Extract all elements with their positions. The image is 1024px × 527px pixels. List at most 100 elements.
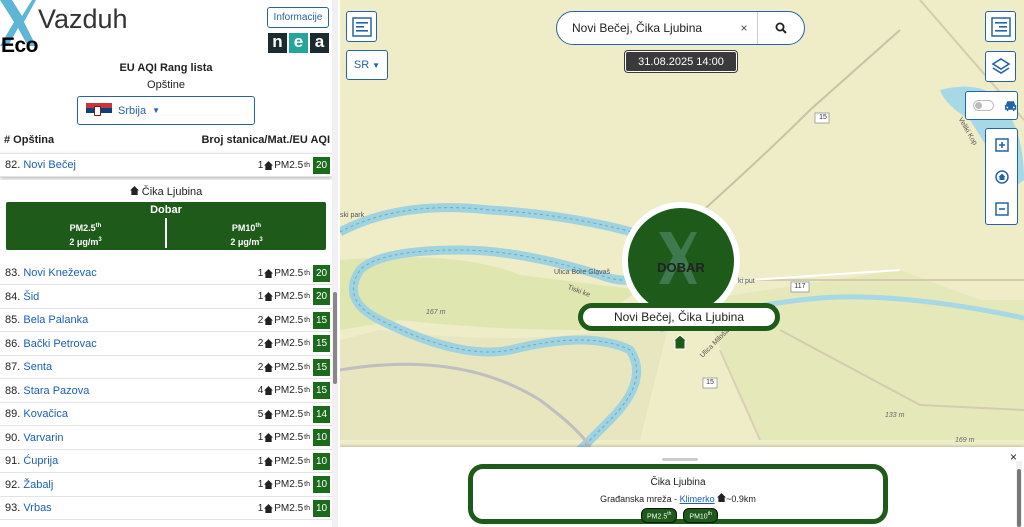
house-pin-icon[interactable]	[673, 335, 687, 351]
zoom-in-button[interactable]	[986, 129, 1017, 160]
pm25-badge-sup: th	[667, 511, 672, 517]
municipality-link[interactable]: Senta	[23, 361, 52, 373]
datetime-badge[interactable]: 31.08.2025 14:00	[625, 51, 737, 72]
traffic-toggle[interactable]	[965, 91, 1018, 120]
ranking-row-selected[interactable]: 82. Novi Bečej 1 PM2.5 th 20	[0, 153, 332, 177]
pollutant: PM2.5	[274, 291, 304, 302]
station-count: 2	[257, 314, 264, 326]
pollutant-badges: PM2.5th PM10th	[641, 508, 718, 524]
aqi-badge: 20	[313, 156, 330, 174]
scrollbar-thumb[interactable]	[1017, 469, 1021, 527]
ranking-row[interactable]: 89. Kovačica 5 PM2.5 th 14	[0, 403, 332, 426]
rank-number: 87.	[5, 361, 21, 373]
aqi-badge: 15	[313, 311, 330, 329]
layers-icon	[990, 57, 1011, 74]
pollutant: PM2.5	[274, 267, 304, 279]
car-icon	[1004, 100, 1017, 111]
map[interactable]: ski park Ulica Bore Glavaš ki put Tiski …	[340, 0, 1024, 527]
ranking-row[interactable]: 88. Stara Pazova 4 PM2.5 th 15	[0, 380, 332, 403]
house-icon	[264, 456, 274, 466]
toggle-switch[interactable]	[973, 100, 994, 111]
distance: ~0.9km	[726, 494, 756, 504]
ranking-row[interactable]: 83. Novi Kneževac 1 PM2.5 th 20	[0, 262, 332, 285]
station-card[interactable]: Čika Ljubina Građanska mreža - Klimerko …	[468, 464, 888, 524]
municipality-link[interactable]: Novi Bečej	[23, 159, 76, 171]
pollutant: PM2.5	[274, 408, 304, 420]
aqi-badge: 20	[313, 288, 330, 305]
home-button[interactable]	[986, 161, 1017, 192]
ranking-row[interactable]: 90. Varvarin 1 PM2.5 th 10	[0, 427, 332, 450]
municipality-link[interactable]: Stara Pazova	[23, 385, 89, 397]
rank-number: 84.	[5, 290, 21, 303]
zoom-in-icon	[994, 137, 1009, 152]
aqi-badge: 15	[313, 358, 330, 376]
municipality-link[interactable]: Ćuprija	[23, 455, 58, 467]
app-title: Vazduh	[38, 4, 128, 34]
country-label: Srbija	[118, 104, 147, 117]
rank-number: 83.	[5, 267, 21, 279]
station-count: 1	[257, 455, 264, 467]
pm10-badge-label: PM10	[689, 513, 708, 521]
caret-down-icon: ▼	[372, 60, 381, 70]
house-icon	[129, 186, 139, 195]
sidebar-scrollbar[interactable]	[332, 0, 338, 527]
ranking-row[interactable]: 86. Bački Petrovac 2 PM2.5 th 15	[0, 333, 332, 356]
pm10-badge-sup: th	[707, 511, 712, 517]
pollutant-sup: th	[304, 269, 310, 277]
list-button[interactable]	[985, 11, 1016, 42]
ranking-row[interactable]: 85. Bela Palanka 2 PM2.5 th 15	[0, 309, 332, 332]
search-icon	[775, 22, 787, 34]
municipality-link[interactable]: Varvarin	[23, 432, 63, 444]
municipality-link[interactable]: Novi Kneževac	[23, 267, 96, 279]
road-number: 15	[706, 379, 714, 386]
rank-number: 89.	[5, 408, 21, 420]
pm10-badge[interactable]: PM10th	[683, 508, 718, 524]
scrollbar-thumb[interactable]	[333, 292, 337, 384]
pollutant-sup: th	[304, 363, 310, 371]
info-button[interactable]: Informacije	[267, 7, 329, 28]
clear-search-button[interactable]: ×	[731, 21, 757, 35]
provider-link[interactable]: Klimerko	[680, 494, 715, 504]
aqi-badge: 10	[313, 429, 330, 446]
pollutant-sup: th	[304, 161, 310, 169]
municipality-link[interactable]: Vrbas	[23, 502, 51, 514]
aqi-badge: 10	[313, 476, 330, 493]
ranking-row[interactable]: 92. Žabalj 1 PM2.5 th 10	[0, 474, 332, 497]
house-icon	[264, 292, 274, 301]
country-dropdown[interactable]: Srbija ▼	[77, 96, 255, 125]
house-icon	[264, 503, 274, 513]
air-quality-box[interactable]: Dobar PM2.5th 2 μg/m3 PM10th 2 μg/m3	[6, 202, 326, 250]
municipality-link[interactable]: Kovačica	[23, 408, 68, 420]
pollutant-sup: th	[304, 316, 310, 324]
layers-button[interactable]	[985, 51, 1016, 82]
ranking-row[interactable]: 93. Vrbas 1 PM2.5 th 10	[0, 497, 332, 520]
rank-number: 86.	[5, 337, 21, 350]
search-button[interactable]	[758, 22, 804, 34]
nea-logo[interactable]: n e a	[268, 33, 329, 53]
pollutant: PM2.5	[274, 338, 304, 349]
popup-scrollbar[interactable]	[1016, 461, 1022, 527]
list-header: # Opština Broj stanica/Mat./EU AQI	[4, 134, 330, 146]
ranking-row[interactable]: 91. Ćuprija 1 PM2.5 th 10	[0, 450, 332, 473]
card-network: Građanska mreža - Klimerko ~0.9km	[473, 493, 883, 504]
language-dropdown[interactable]: SR ▼	[346, 50, 388, 80]
pollutant-sup: th	[304, 434, 310, 441]
search-bar[interactable]: Novi Bečej, Čika Ljubina ×	[556, 11, 805, 45]
marker-label[interactable]: Novi Bečej, Čika Ljubina	[578, 303, 780, 331]
station-count: 2	[257, 338, 264, 349]
station-count: 1	[257, 502, 264, 514]
municipality-link[interactable]: Žabalj	[23, 479, 53, 491]
sidebar: Vazduh Eco Informacije n e a EU AQI Rang…	[0, 0, 338, 527]
ranking-row[interactable]: 84. Šid 1 PM2.5 th 20	[0, 286, 332, 309]
search-input[interactable]: Novi Bečej, Čika Ljubina	[557, 21, 731, 35]
drag-handle[interactable]	[662, 458, 698, 461]
municipality-link[interactable]: Šid	[23, 291, 39, 303]
ranking-row[interactable]: 87. Senta 2 PM2.5 th 15	[0, 356, 332, 379]
pm25-badge[interactable]: PM2.5th	[641, 508, 678, 524]
road-number: 15	[819, 114, 827, 121]
municipality-link[interactable]: Bački Petrovac	[23, 338, 96, 350]
zoom-out-button[interactable]	[986, 193, 1017, 224]
municipality-link[interactable]: Bela Palanka	[23, 314, 88, 326]
menu-button[interactable]	[346, 11, 377, 42]
aqi-badge: 20	[313, 264, 330, 282]
